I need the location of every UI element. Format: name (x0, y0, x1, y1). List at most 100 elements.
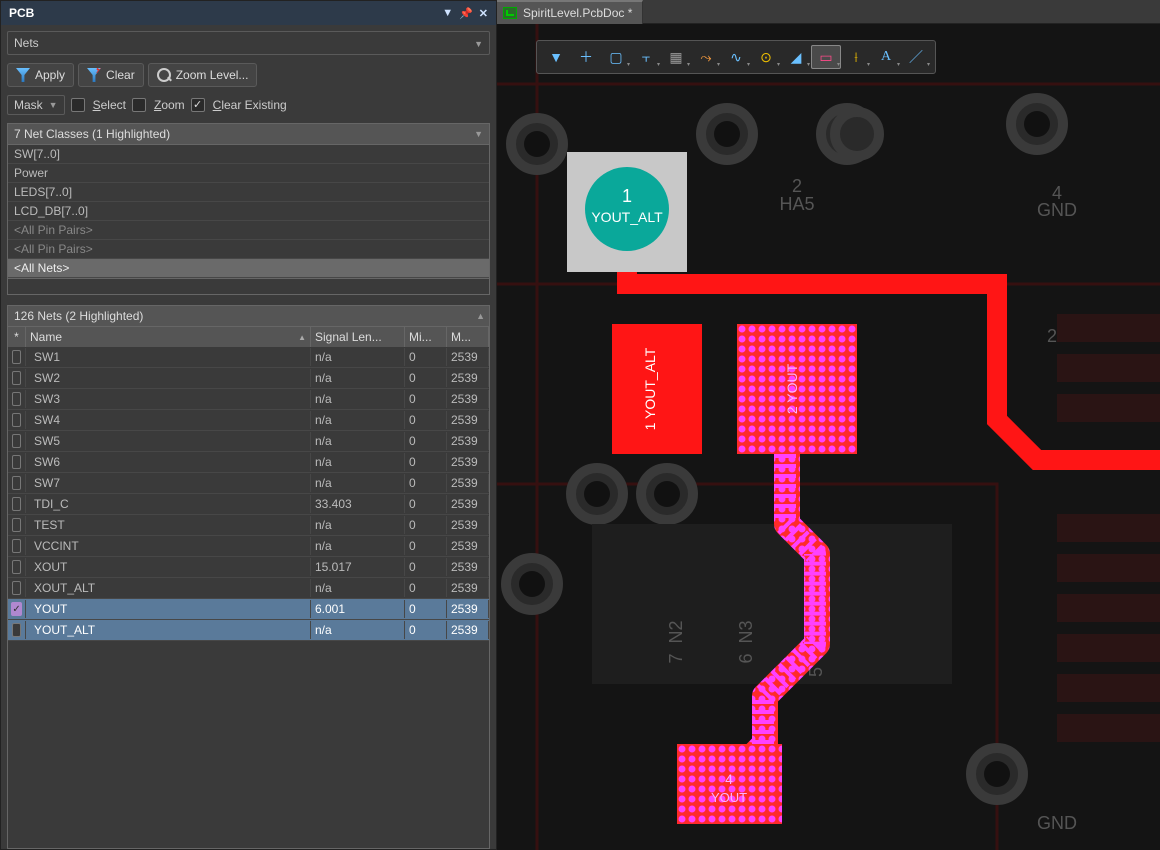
search-icon (157, 68, 171, 82)
net-row-checkbox[interactable] (8, 516, 26, 534)
nets-table-head: * Name ▲ Signal Len... Mi... M... (8, 326, 489, 347)
text-tool[interactable]: A▾ (871, 45, 901, 69)
net-class-item[interactable]: <All Nets> (8, 259, 489, 278)
net-row[interactable]: SW7n/a02539 (8, 473, 489, 494)
net-row-name: SW6 (26, 453, 311, 471)
net-class-item[interactable]: SW[7..0] (8, 145, 489, 164)
measure-tool[interactable]: ⟊▾ (841, 45, 871, 69)
net-row[interactable]: SW2n/a02539 (8, 368, 489, 389)
select-rect-tool[interactable]: ▢▾ (601, 45, 631, 69)
clear-button[interactable]: Clear (78, 63, 144, 87)
component-tool[interactable]: ▦▾ (661, 45, 691, 69)
polygon-tool[interactable]: ◢▾ (781, 45, 811, 69)
column-name[interactable]: Name ▲ (26, 327, 311, 347)
net-row-checkbox[interactable] (8, 621, 26, 639)
clear-existing-checkbox-label[interactable]: Clear Existing (213, 98, 287, 112)
net-row-checkbox[interactable] (8, 453, 26, 471)
apply-button-label: Apply (35, 68, 65, 82)
net-row-checkbox[interactable] (8, 390, 26, 408)
net-row[interactable]: XOUT_ALTn/a02539 (8, 578, 489, 599)
column-min[interactable]: Mi... (405, 327, 447, 347)
net-row-checkbox[interactable] (8, 369, 26, 387)
net-row-min: 0 (405, 579, 447, 597)
net-row-checkbox[interactable] (8, 537, 26, 555)
net-row-checkbox[interactable] (8, 348, 26, 366)
mask-dropdown-value: Mask (14, 98, 43, 112)
zoom-level-button[interactable]: Zoom Level... (148, 63, 258, 87)
net-row-min: 0 (405, 474, 447, 492)
column-star[interactable]: * (8, 327, 26, 347)
net-row-max: 2539 (447, 495, 489, 513)
document-tab-bar: SpiritLevel.PcbDoc * (497, 0, 1160, 24)
net-row[interactable]: YOUT6.00102539 (8, 599, 489, 620)
net-row-min: 0 (405, 600, 447, 618)
svg-text:2 YOUT: 2 YOUT (784, 363, 800, 414)
net-row-checkbox[interactable] (8, 432, 26, 450)
zoom-checkbox-label[interactable]: Zoom (154, 98, 185, 112)
net-row-max: 2539 (447, 411, 489, 429)
net-row[interactable]: TDI_C33.40302539 (8, 494, 489, 515)
net-row-max: 2539 (447, 621, 489, 639)
column-max[interactable]: M... (447, 327, 489, 347)
zoom-level-button-label: Zoom Level... (176, 68, 249, 82)
net-row[interactable]: TESTn/a02539 (8, 515, 489, 536)
net-classes-header-label: 7 Net Classes (1 Highlighted) (14, 127, 170, 141)
filter-tool[interactable]: ▼ (541, 45, 571, 69)
zoom-checkbox[interactable] (132, 98, 146, 112)
net-row-min: 0 (405, 411, 447, 429)
net-row-checkbox[interactable] (8, 579, 26, 597)
chevron-down-icon (474, 36, 483, 50)
net-class-item[interactable]: <All Pin Pairs> (8, 240, 489, 259)
scroll-up-icon[interactable]: ▲ (476, 311, 485, 321)
net-classes-header[interactable]: 7 Net Classes (1 Highlighted) ▼ (7, 123, 490, 145)
net-row-checkbox[interactable] (8, 558, 26, 576)
net-row-name: YOUT (26, 600, 311, 618)
clear-button-label: Clear (106, 68, 135, 82)
nets-header[interactable]: 126 Nets (2 Highlighted) ▲ (8, 306, 489, 326)
net-row-min: 0 (405, 516, 447, 534)
net-row-min: 0 (405, 621, 447, 639)
net-row-signal-len: n/a (311, 453, 405, 471)
net-row[interactable]: YOUT_ALTn/a02539 (8, 620, 489, 641)
via-tool[interactable]: ⊙▾ (751, 45, 781, 69)
line-tool[interactable]: ／▾ (901, 45, 931, 69)
net-row[interactable]: XOUT15.01702539 (8, 557, 489, 578)
apply-button[interactable]: Apply (7, 63, 74, 87)
route-tool[interactable]: ⤳▾ (691, 45, 721, 69)
chevron-down-icon[interactable]: ▼ (474, 129, 483, 139)
mask-dropdown[interactable]: Mask ▼ (7, 95, 65, 115)
select-checkbox-label[interactable]: Select (93, 98, 126, 112)
net-class-item[interactable]: <All Pin Pairs> (8, 221, 489, 240)
place-cursor-tool[interactable]: ＋ (571, 45, 601, 69)
net-row-max: 2539 (447, 369, 489, 387)
document-tab[interactable]: SpiritLevel.PcbDoc * (497, 0, 643, 24)
clear-existing-checkbox[interactable] (191, 98, 205, 112)
net-class-item[interactable]: Power (8, 164, 489, 183)
svg-text:HA5: HA5 (779, 194, 814, 214)
net-row[interactable]: SW3n/a02539 (8, 389, 489, 410)
net-row-checkbox[interactable] (8, 474, 26, 492)
net-row[interactable]: VCCINTn/a02539 (8, 536, 489, 557)
net-row-checkbox[interactable] (8, 411, 26, 429)
net-row[interactable]: SW1n/a02539 (8, 347, 489, 368)
net-row-checkbox[interactable] (8, 495, 26, 513)
net-row[interactable]: SW6n/a02539 (8, 452, 489, 473)
diff-pair-tool[interactable]: ∿▾ (721, 45, 751, 69)
pcb-canvas[interactable]: 2HA5 4GND 7 N2 6 N3 5 XOUT GND 2 (497, 24, 1160, 850)
net-row-min: 0 (405, 369, 447, 387)
net-row-checkbox[interactable] (8, 600, 26, 618)
net-row-max: 2539 (447, 579, 489, 597)
panel-pin-icon[interactable]: 📌 (459, 7, 473, 20)
net-class-item[interactable]: LCD_DB[7..0] (8, 202, 489, 221)
net-row[interactable]: SW5n/a02539 (8, 431, 489, 452)
dimension-tool[interactable]: ▭▾ (811, 45, 841, 69)
align-tool[interactable]: ⫟▾ (631, 45, 661, 69)
column-signal-length[interactable]: Signal Len... (311, 327, 405, 347)
panel-close-icon[interactable]: ✕ (479, 7, 488, 20)
net-class-item[interactable]: LEDS[7..0] (8, 183, 489, 202)
net-row-min: 0 (405, 558, 447, 576)
select-checkbox[interactable] (71, 98, 85, 112)
net-row[interactable]: SW4n/a02539 (8, 410, 489, 431)
scope-dropdown[interactable]: Nets (7, 31, 490, 55)
panel-dropdown-icon[interactable]: ▼ (442, 7, 453, 19)
